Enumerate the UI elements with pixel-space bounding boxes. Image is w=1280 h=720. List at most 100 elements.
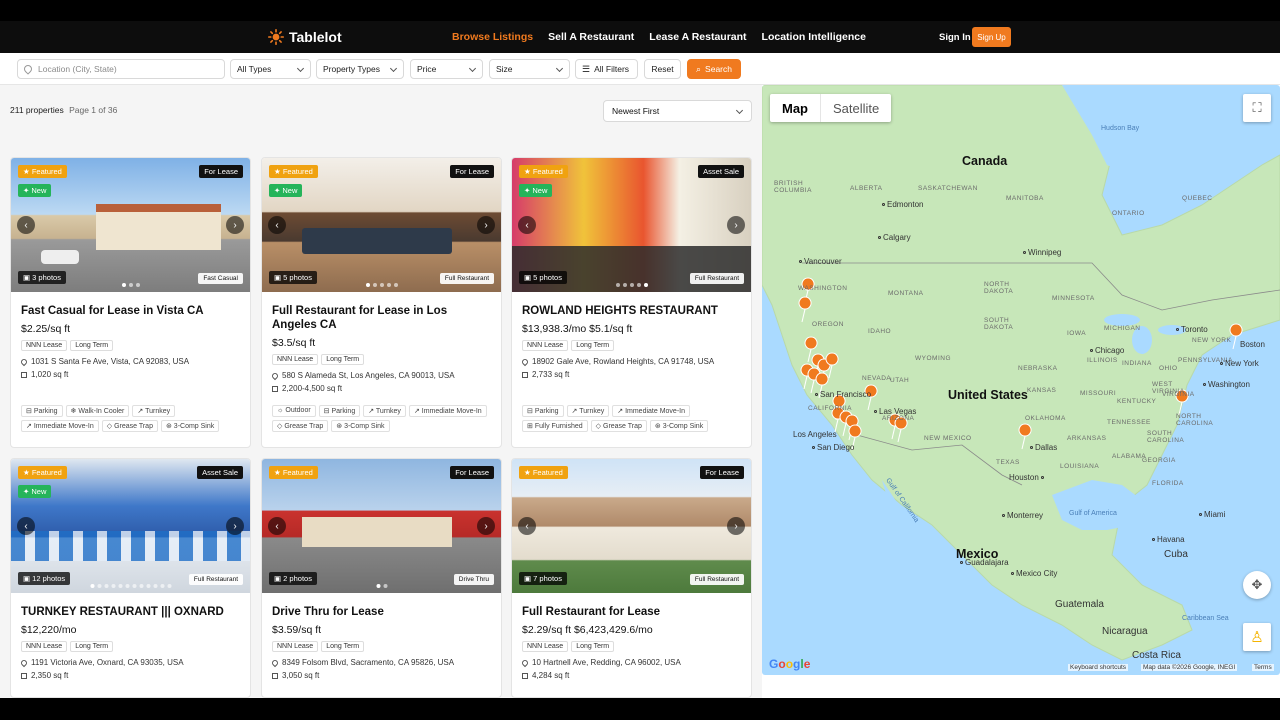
sign-in-link[interactable]: Sign In: [939, 32, 971, 43]
search-button[interactable]: ⌕ Search: [687, 59, 741, 79]
listing-title[interactable]: ROWLAND HEIGHTS RESTAURANT: [522, 304, 741, 318]
region-label: NEVADA: [862, 375, 892, 382]
prev-photo-button[interactable]: ‹: [268, 216, 286, 234]
brand-logo[interactable]: Tablelot: [268, 29, 342, 45]
listing-card[interactable]: ★ Featured For Lease ‹ › ▣ 2 photos Driv…: [261, 458, 502, 698]
fullscreen-icon[interactable]: ⛶: [1243, 94, 1271, 122]
water-label: Caribbean Sea: [1182, 615, 1229, 622]
amenity-chip: ↗ Immediate Move-In: [612, 405, 690, 417]
region-label: WYOMING: [915, 355, 951, 362]
location-input[interactable]: Location (City, State): [17, 59, 225, 79]
property-types-select[interactable]: Property Types: [316, 59, 404, 79]
listing-title[interactable]: Drive Thru for Lease: [272, 605, 491, 619]
region-label: NORTH CAROLINA: [1176, 413, 1214, 427]
camera-control-icon[interactable]: ✥: [1243, 571, 1271, 599]
city-label: Los Angeles: [793, 430, 837, 439]
amenities: ⊟ Parking ↗ Turnkey ↗ Immediate Move-In …: [522, 405, 741, 432]
listing-size: 2,350 sq ft: [21, 671, 240, 680]
chevron-down-icon: [468, 64, 477, 73]
keyboard-shortcuts-link[interactable]: Keyboard shortcuts: [1068, 664, 1129, 671]
reset-button[interactable]: Reset: [644, 59, 681, 79]
listings-map[interactable]: Map Satellite ⛶ ✥ ♙ Hudson Bay Canada Un…: [762, 85, 1280, 675]
map-data-attribution: Map data ©2026 Google, INEGI: [1141, 664, 1238, 671]
photo-count-badge: ▣ 3 photos: [18, 271, 66, 284]
next-photo-button[interactable]: ›: [477, 517, 495, 535]
listing-card[interactable]: ★ Featured ✦ New For Lease ‹ › ▣ 5 photo…: [261, 157, 502, 448]
listing-type-badge: For Lease: [450, 165, 494, 178]
types-select[interactable]: All Types: [230, 59, 311, 79]
photo-dots: [376, 584, 387, 588]
top-nav: Tablelot Browse Listings Sell A Restaura…: [0, 21, 1280, 53]
region-label: SASKATCHEWAN: [918, 185, 978, 192]
region-label: TEXAS: [996, 459, 1020, 466]
area-icon: [522, 371, 528, 378]
sign-up-button[interactable]: Sign Up: [972, 27, 1011, 47]
map-pin-icon: [520, 357, 530, 366]
prev-photo-button[interactable]: ‹: [518, 517, 536, 535]
sort-select[interactable]: Newest First: [603, 100, 752, 122]
listing-title[interactable]: Full Restaurant for Lease: [522, 605, 741, 619]
tab-satellite[interactable]: Satellite: [821, 94, 891, 122]
region-label: OHIO: [1159, 365, 1178, 372]
listing-photo[interactable]: ★ Featured ✦ New For Lease ‹ › ▣ 5 photo…: [262, 158, 501, 292]
photo-count-badge: ▣ 2 photos: [269, 572, 317, 585]
prev-photo-button[interactable]: ‹: [268, 517, 286, 535]
amenity-chip: ↗ Immediate Move-In: [408, 405, 487, 417]
listing-photo[interactable]: ★ Featured ✦ New For Lease ‹ › ▣ 3 photo…: [11, 158, 250, 292]
chevron-down-icon: [389, 64, 398, 73]
tab-map[interactable]: Map: [770, 94, 821, 122]
listing-type-badge: For Lease: [450, 466, 494, 479]
listing-photo[interactable]: ★ Featured For Lease ‹ › ▣ 7 photos Full…: [512, 459, 751, 593]
photo-count-badge: ▣ 5 photos: [269, 271, 317, 284]
country-label: Guatemala: [1055, 599, 1104, 610]
amenity-chip: ☼ Outdoor: [272, 405, 316, 417]
listing-price: $3.59/sq ft: [272, 624, 322, 636]
listing-title[interactable]: Fast Casual for Lease in Vista CA: [21, 304, 240, 318]
price-select[interactable]: Price: [410, 59, 483, 79]
listing-photo[interactable]: ★ Featured ✦ New Asset Sale ‹ › ▣ 5 phot…: [512, 158, 751, 292]
listing-photo[interactable]: ★ Featured ✦ New Asset Sale ‹ › ▣ 12 pho…: [11, 459, 250, 593]
listing-title[interactable]: Full Restaurant for Lease in Los Angeles…: [272, 304, 491, 332]
featured-badge: ★ Featured: [18, 165, 67, 178]
all-filters-button[interactable]: ☰ All Filters: [575, 59, 638, 79]
prev-photo-button[interactable]: ‹: [17, 216, 35, 234]
area-icon: [272, 672, 278, 679]
next-photo-button[interactable]: ›: [226, 216, 244, 234]
region-label: ARKANSAS: [1067, 435, 1107, 442]
nav-sell-restaurant[interactable]: Sell A Restaurant: [548, 31, 634, 43]
region-label: OKLAHOMA: [1025, 415, 1066, 422]
page-indicator: Page 1 of 36: [69, 105, 118, 115]
chevron-down-icon: [555, 64, 564, 73]
pegman-icon[interactable]: ♙: [1243, 623, 1271, 651]
listing-card[interactable]: ★ Featured ✦ New For Lease ‹ › ▣ 3 photo…: [10, 157, 251, 448]
terms-link[interactable]: Terms: [1252, 664, 1274, 671]
nav-browse-listings[interactable]: Browse Listings: [452, 31, 533, 43]
region-label: IOWA: [1067, 330, 1087, 337]
next-photo-button[interactable]: ›: [727, 216, 745, 234]
amenity-chip: ◇ Grease Trap: [590, 420, 647, 432]
amenity-chip: ↗ Turnkey: [566, 405, 610, 417]
next-photo-button[interactable]: ›: [226, 517, 244, 535]
listing-type-badge: For Lease: [199, 165, 243, 178]
all-filters-label: All Filters: [594, 64, 630, 74]
size-select[interactable]: Size: [489, 59, 570, 79]
listing-card[interactable]: ★ Featured ✦ New Asset Sale ‹ › ▣ 5 phot…: [511, 157, 752, 448]
lease-tag: NNN Lease: [21, 340, 68, 351]
nav-location-intelligence[interactable]: Location Intelligence: [762, 31, 866, 43]
next-photo-button[interactable]: ›: [727, 517, 745, 535]
region-label: CALIFORNIA: [808, 405, 853, 412]
prev-photo-button[interactable]: ‹: [17, 517, 35, 535]
region-label: MONTANA: [888, 290, 924, 297]
country-label: Nicaragua: [1102, 626, 1148, 637]
listing-photo[interactable]: ★ Featured For Lease ‹ › ▣ 2 photos Driv…: [262, 459, 501, 593]
next-photo-button[interactable]: ›: [477, 216, 495, 234]
prev-photo-button[interactable]: ‹: [518, 216, 536, 234]
chevron-down-icon: [296, 64, 305, 73]
region-label: UTAH: [890, 377, 910, 384]
new-badge: ✦ New: [18, 485, 52, 498]
listing-card[interactable]: ★ Featured ✦ New Asset Sale ‹ › ▣ 12 pho…: [10, 458, 251, 698]
nav-lease-restaurant[interactable]: Lease A Restaurant: [649, 31, 746, 43]
listing-title[interactable]: TURNKEY RESTAURANT ||| OXNARD: [21, 605, 240, 619]
amenity-chip: ⊛ 3-Comp Sink: [649, 420, 709, 432]
listing-card[interactable]: ★ Featured For Lease ‹ › ▣ 7 photos Full…: [511, 458, 752, 698]
